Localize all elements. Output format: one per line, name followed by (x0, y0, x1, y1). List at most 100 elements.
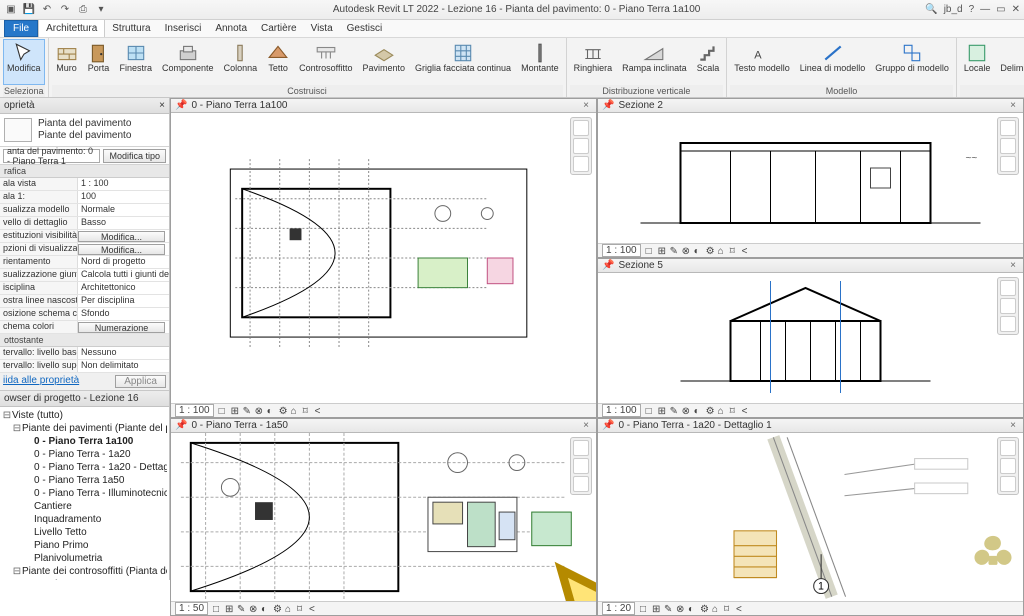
view-pin-icon[interactable]: 📌 (602, 260, 614, 271)
view-section-5[interactable]: 📌Sezione 5× 1 : 100□⊞✎⊗◐⚙⌂⌑< (597, 258, 1024, 418)
scale-display[interactable]: 1 : 100 (602, 404, 641, 417)
nav-wheel[interactable] (570, 117, 592, 175)
property-row[interactable]: vello di dettaglioBasso (0, 217, 169, 230)
viewbar-icon[interactable]: □ (645, 405, 657, 417)
property-value[interactable]: Architettonico (78, 282, 169, 294)
nav-wheel[interactable] (997, 117, 1019, 175)
property-row[interactable]: rientamentoNord di progetto (0, 256, 169, 269)
property-row[interactable]: pzioni di visualizzazioneModifica... (0, 243, 169, 256)
nav-wheel[interactable] (997, 277, 1019, 335)
property-value[interactable]: Normale (78, 204, 169, 216)
viewbar-icon[interactable]: ⌑ (296, 603, 308, 615)
viewbar-icon[interactable]: ⚙ (272, 603, 284, 615)
viewbar-icon[interactable]: ◐ (693, 405, 705, 417)
view-section-2[interactable]: 📌Sezione 2× ~~ 1 : 100□⊞✎⊗◐⚙⌂⌑< (597, 98, 1024, 258)
viewbar-icon[interactable]: □ (212, 603, 224, 615)
viewbar-icon[interactable]: ⚙ (705, 245, 717, 257)
property-row[interactable]: ostra linee nascostePer disciplina (0, 295, 169, 308)
property-value[interactable]: Nord di progetto (78, 256, 169, 268)
tree-node[interactable]: Inquadramento (2, 513, 167, 526)
viewbar-icon[interactable]: ⚙ (278, 405, 290, 417)
property-value[interactable]: Calcola tutti i giunti dei muri (78, 269, 169, 281)
viewbar-icon[interactable]: ⚙ (699, 603, 711, 615)
close-icon[interactable]: × (580, 100, 592, 111)
viewbar-icon[interactable]: ⊞ (230, 405, 242, 417)
close-icon[interactable]: × (159, 100, 165, 111)
viewbar-icon[interactable]: < (314, 405, 326, 417)
testo-modello-button[interactable]: ATesto modello (730, 39, 794, 85)
tree-node[interactable]: ⊟Piante dei pavimenti (Piante del pavime… (2, 422, 167, 435)
componente-button[interactable]: Componente (158, 39, 218, 85)
viewbar-icon[interactable]: ⚙ (705, 405, 717, 417)
tree-node[interactable]: 0 - Piano Terra 1a50 (2, 474, 167, 487)
property-row[interactable]: tervallo: livello superioreNon delimitat… (0, 360, 169, 373)
property-row[interactable]: estituzioni visibilità/graficaModifica..… (0, 230, 169, 243)
edit-type-button[interactable]: Modifica tipo (103, 149, 166, 163)
help-icon[interactable]: ? (969, 4, 975, 15)
viewbar-icon[interactable]: □ (645, 245, 657, 257)
search-icon[interactable]: 🔍 (925, 4, 937, 15)
property-value[interactable]: 100 (78, 191, 169, 203)
property-value[interactable]: Per disciplina (78, 295, 169, 307)
property-value[interactable]: Modifica... (78, 231, 165, 242)
property-value[interactable]: Sfondo (78, 308, 169, 320)
tree-node[interactable]: Planivolumetria (2, 552, 167, 565)
undo-icon[interactable]: ↶ (40, 3, 54, 17)
close-icon[interactable]: × (1007, 420, 1019, 431)
user-label[interactable]: jb_d (944, 4, 963, 15)
property-row[interactable]: tervallo: livello baseNessuno (0, 347, 169, 360)
scale-display[interactable]: 1 : 50 (175, 602, 208, 615)
close-icon[interactable]: × (580, 420, 592, 431)
viewbar-icon[interactable]: ✎ (669, 245, 681, 257)
ringhiera-button[interactable]: Ringhiera (570, 39, 617, 85)
muro-button[interactable]: Muro (52, 39, 82, 85)
property-row[interactable]: isciplinaArchitettonico (0, 282, 169, 295)
tab-vista[interactable]: Vista (304, 20, 340, 37)
viewbar-icon[interactable]: ⊗ (681, 405, 693, 417)
viewbar-icon[interactable]: ⊗ (254, 405, 266, 417)
tab-inserisci[interactable]: Inserisci (158, 20, 209, 37)
viewbar-icon[interactable]: ⌂ (717, 405, 729, 417)
tree-node[interactable]: 0 - Piano Terra - Illuminotecnica (2, 487, 167, 500)
viewbar-icon[interactable]: □ (218, 405, 230, 417)
colonna-button[interactable]: Colonna (220, 39, 262, 85)
property-value[interactable]: Non delimitato (78, 360, 169, 372)
controsoffitto-button[interactable]: Controsoffitto (295, 39, 356, 85)
nav-wheel[interactable] (570, 437, 592, 495)
property-value[interactable]: Modifica... (78, 244, 165, 255)
pavimento-button[interactable]: Pavimento (358, 39, 409, 85)
viewbar-icon[interactable]: ⌂ (290, 405, 302, 417)
close-icon[interactable]: × (1007, 100, 1019, 111)
tab-struttura[interactable]: Struttura (105, 20, 157, 37)
view-detail-1a20[interactable]: 📌0 - Piano Terra - 1a20 - Dettaglio 1× 1 (597, 418, 1024, 616)
properties-help-link[interactable]: iida alle proprietà (3, 375, 79, 388)
property-value[interactable]: Nessuno (78, 347, 169, 359)
viewbar-icon[interactable]: ⊞ (651, 603, 663, 615)
finestra-button[interactable]: Finestra (116, 39, 157, 85)
scale-display[interactable]: 1 : 100 (602, 244, 641, 257)
viewbar-icon[interactable]: ⊗ (248, 603, 260, 615)
viewbar-icon[interactable]: ⌑ (302, 405, 314, 417)
viewbar-icon[interactable]: ⊞ (657, 245, 669, 257)
tree-node[interactable]: Piano Primo (2, 539, 167, 552)
viewbar-icon[interactable]: < (735, 603, 747, 615)
porta-button[interactable]: Porta (84, 39, 114, 85)
linea-di-modello-button[interactable]: Linea di modello (796, 39, 870, 85)
viewbar-icon[interactable]: ◐ (693, 245, 705, 257)
view-plan-1a50[interactable]: 📌0 - Piano Terra - 1a50× (170, 418, 597, 616)
viewbar-icon[interactable]: ⌑ (729, 405, 741, 417)
nav-wheel[interactable] (997, 437, 1019, 495)
viewbar-icon[interactable]: □ (639, 603, 651, 615)
viewbar-icon[interactable]: ⌂ (711, 603, 723, 615)
minimize-icon[interactable]: — (980, 4, 990, 15)
close-icon[interactable]: × (1007, 260, 1019, 271)
maximize-icon[interactable]: ▭ (996, 4, 1005, 15)
viewbar-icon[interactable]: ✎ (236, 603, 248, 615)
viewbar-icon[interactable]: ◐ (266, 405, 278, 417)
tree-node[interactable]: Livello Tetto (2, 526, 167, 539)
view-pin-icon[interactable]: 📌 (175, 100, 187, 111)
property-row[interactable]: sualizzazione giunti deiCalcola tutti i … (0, 269, 169, 282)
property-row[interactable]: osizione schema coloriSfondo (0, 308, 169, 321)
viewbar-icon[interactable]: < (741, 405, 753, 417)
tab-cantiere[interactable]: Cartière (254, 20, 304, 37)
